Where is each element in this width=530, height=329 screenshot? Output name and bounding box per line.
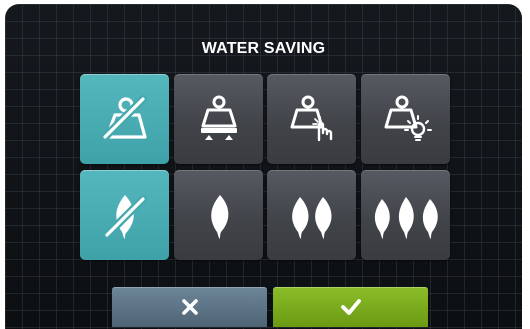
eco-off-icon: [102, 195, 147, 239]
saving-level-1[interactable]: [174, 170, 263, 260]
two-leaves-icon: [291, 197, 332, 239]
saving-level-2[interactable]: [267, 170, 356, 260]
checkmark-icon: [340, 299, 361, 315]
load-auto-detect-icon: [384, 95, 432, 141]
load-weighing-icon: [200, 95, 237, 140]
load-option-sensor-off[interactable]: [80, 74, 169, 164]
one-leaf-icon: [210, 195, 228, 239]
water-saving-screen: WATER SAVING: [5, 4, 522, 329]
load-sensor-off-icon: [100, 95, 147, 141]
confirm-button[interactable]: [273, 287, 428, 327]
close-icon: [181, 299, 198, 315]
load-manual-select-icon: [290, 95, 332, 142]
load-option-manual[interactable]: [267, 74, 356, 164]
saving-level-3[interactable]: [361, 170, 450, 260]
three-leaves-icon: [374, 197, 438, 239]
load-option-weighing[interactable]: [174, 74, 263, 164]
page-title: WATER SAVING: [201, 40, 326, 57]
load-option-auto-detect[interactable]: [361, 74, 450, 164]
cancel-button[interactable]: [112, 287, 267, 327]
saving-level-off[interactable]: [80, 170, 169, 260]
